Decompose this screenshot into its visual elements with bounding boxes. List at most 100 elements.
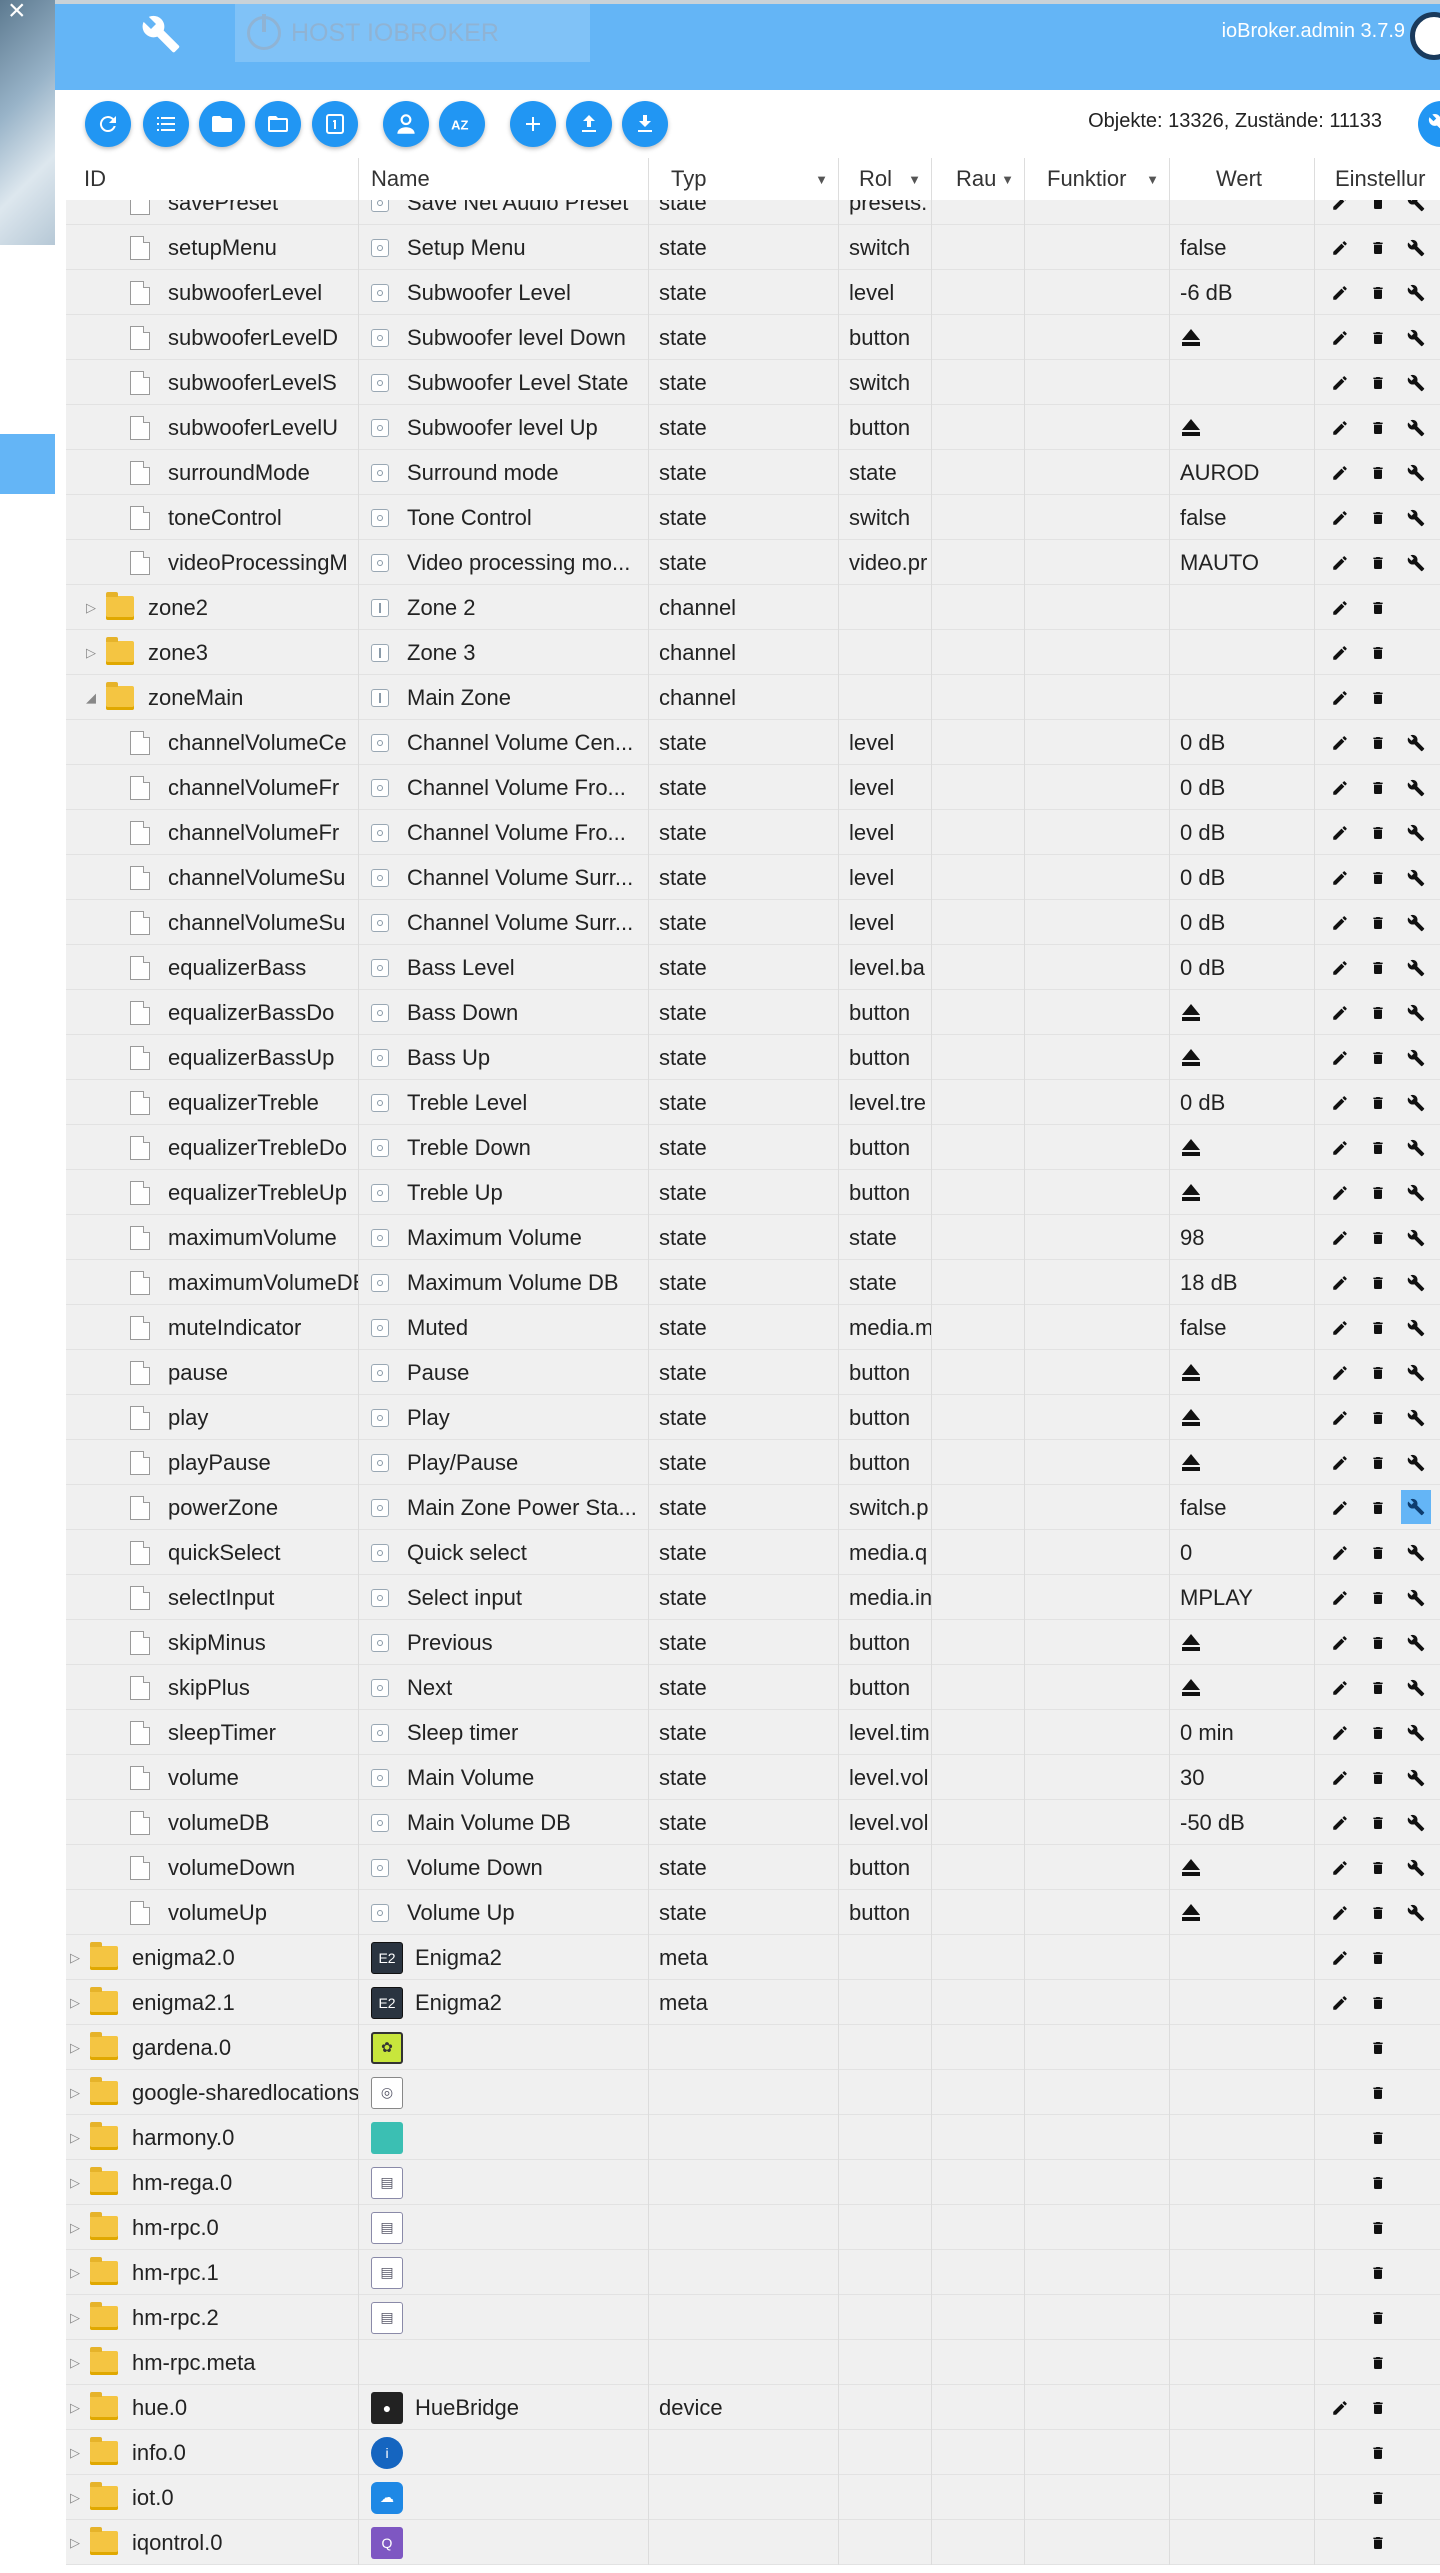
- table-row[interactable]: powerZone Main Zone Power Sta... state swit…: [66, 1485, 1440, 1530]
- edit-icon[interactable]: [1329, 462, 1351, 484]
- settings-wrench-icon[interactable]: [1405, 417, 1427, 439]
- eject-icon[interactable]: [1180, 1633, 1202, 1652]
- table-row[interactable]: selectInput Select input state media.in MPLA…: [66, 1575, 1440, 1620]
- delete-icon[interactable]: [1367, 1542, 1389, 1564]
- expand-triangle-icon[interactable]: ▷: [66, 2040, 84, 2056]
- settings-wrench-icon[interactable]: [1405, 1452, 1427, 1474]
- table-row[interactable]: setupMenu Setup Menu state switch false: [66, 225, 1440, 270]
- table-row[interactable]: subwooferLevelS Subwoofer Level State stat…: [66, 360, 1440, 405]
- collapse-triangle-icon[interactable]: ◢: [82, 690, 100, 706]
- settings-wrench-icon[interactable]: [1405, 507, 1427, 529]
- table-row[interactable]: toneControl Tone Control state switch false: [66, 495, 1440, 540]
- settings-button[interactable]: [1418, 101, 1440, 147]
- list-view-button[interactable]: [143, 101, 189, 147]
- expand-triangle-icon[interactable]: ▷: [66, 2400, 84, 2416]
- table-row[interactable]: skipPlus Next state button: [66, 1665, 1440, 1710]
- table-row[interactable]: playPause Play/Pause state button: [66, 1440, 1440, 1485]
- eject-icon[interactable]: [1180, 1858, 1202, 1877]
- eject-icon[interactable]: [1180, 1903, 1202, 1922]
- settings-wrench-icon[interactable]: [1405, 1002, 1427, 1024]
- expand-triangle-icon[interactable]: ▷: [66, 1950, 84, 1966]
- delete-icon[interactable]: [1367, 2217, 1389, 2239]
- edit-icon[interactable]: [1329, 327, 1351, 349]
- delete-icon[interactable]: [1367, 2172, 1389, 2194]
- table-row[interactable]: surroundMode Surround mode state state AUROD: [66, 450, 1440, 495]
- edit-icon[interactable]: [1329, 1857, 1351, 1879]
- settings-wrench-icon[interactable]: [1405, 1542, 1427, 1564]
- column-header-typ[interactable]: Typ ▼: [649, 158, 839, 200]
- table-row[interactable]: volumeDB Main Volume DB state level.vol -50 …: [66, 1800, 1440, 1845]
- eject-icon[interactable]: [1180, 1183, 1202, 1202]
- settings-wrench-icon[interactable]: [1405, 1902, 1427, 1924]
- table-row[interactable]: ▷ gardena.0 ✿: [66, 2025, 1440, 2070]
- edit-icon[interactable]: [1329, 507, 1351, 529]
- delete-icon[interactable]: [1367, 1632, 1389, 1654]
- edit-icon[interactable]: [1329, 732, 1351, 754]
- delete-icon[interactable]: [1367, 1992, 1389, 2014]
- edit-icon[interactable]: [1329, 912, 1351, 934]
- delete-icon[interactable]: [1367, 957, 1389, 979]
- eject-icon[interactable]: [1180, 328, 1202, 347]
- table-row[interactable]: volume Main Volume state level.vol 30: [66, 1755, 1440, 1800]
- settings-wrench-icon[interactable]: [1405, 1587, 1427, 1609]
- expand-triangle-icon[interactable]: ▷: [66, 2310, 84, 2326]
- settings-wrench-icon[interactable]: [1405, 237, 1427, 259]
- expand-triangle-icon[interactable]: ▷: [66, 2445, 84, 2461]
- delete-icon[interactable]: [1367, 2487, 1389, 2509]
- settings-wrench-icon[interactable]: [1405, 1677, 1427, 1699]
- delete-icon[interactable]: [1367, 2532, 1389, 2554]
- settings-wrench-icon[interactable]: [1405, 327, 1427, 349]
- delete-icon[interactable]: [1367, 822, 1389, 844]
- edit-icon[interactable]: [1329, 1317, 1351, 1339]
- close-icon[interactable]: ×: [8, 0, 26, 28]
- table-row[interactable]: volumeDown Volume Down state button: [66, 1845, 1440, 1890]
- table-row[interactable]: ▷ hm-rpc.meta: [66, 2340, 1440, 2385]
- cell-wert[interactable]: [1170, 990, 1315, 1035]
- edit-icon[interactable]: [1329, 1587, 1351, 1609]
- edit-icon[interactable]: [1329, 1272, 1351, 1294]
- delete-icon[interactable]: [1367, 1677, 1389, 1699]
- delete-icon[interactable]: [1367, 1272, 1389, 1294]
- edit-icon[interactable]: [1329, 2397, 1351, 2419]
- delete-icon[interactable]: [1367, 2307, 1389, 2329]
- expand-all-button[interactable]: [255, 101, 301, 147]
- table-row[interactable]: sleepTimer Sleep timer state level.tim 0 min: [66, 1710, 1440, 1755]
- delete-icon[interactable]: [1367, 1002, 1389, 1024]
- table-row[interactable]: ▷ info.0 i: [66, 2430, 1440, 2475]
- delete-icon[interactable]: [1367, 912, 1389, 934]
- delete-icon[interactable]: [1367, 2442, 1389, 2464]
- settings-wrench-icon[interactable]: [1405, 1317, 1427, 1339]
- cell-wert[interactable]: [1170, 315, 1315, 360]
- column-header-name[interactable]: Name: [359, 158, 649, 200]
- table-row[interactable]: equalizerBassUp Bass Up state button: [66, 1035, 1440, 1080]
- settings-wrench-icon[interactable]: [1405, 957, 1427, 979]
- eject-icon[interactable]: [1180, 1453, 1202, 1472]
- eject-icon[interactable]: [1180, 1678, 1202, 1697]
- delete-icon[interactable]: [1367, 282, 1389, 304]
- expand-triangle-icon[interactable]: ▷: [66, 2220, 84, 2236]
- table-row[interactable]: channelVolumeFr Channel Volume Fro... stat…: [66, 810, 1440, 855]
- expand-triangle-icon[interactable]: ▷: [66, 2490, 84, 2506]
- add-object-button[interactable]: [510, 101, 556, 147]
- delete-icon[interactable]: [1367, 1452, 1389, 1474]
- expand-triangle-icon[interactable]: ▷: [82, 600, 100, 616]
- delete-icon[interactable]: [1367, 1857, 1389, 1879]
- settings-wrench-icon[interactable]: [1405, 200, 1427, 214]
- settings-wrench-icon[interactable]: [1401, 1490, 1431, 1524]
- edit-icon[interactable]: [1329, 777, 1351, 799]
- expand-triangle-icon[interactable]: ▷: [66, 2085, 84, 2101]
- download-button[interactable]: [622, 101, 668, 147]
- table-row[interactable]: ▷ google-sharedlocations.0 ◎: [66, 2070, 1440, 2115]
- edit-icon[interactable]: [1329, 1542, 1351, 1564]
- settings-wrench-icon[interactable]: [1405, 1272, 1427, 1294]
- cell-wert[interactable]: [1170, 1125, 1315, 1170]
- expand-triangle-icon[interactable]: ▷: [66, 2175, 84, 2191]
- delete-icon[interactable]: [1367, 1497, 1389, 1519]
- delete-icon[interactable]: [1367, 1092, 1389, 1114]
- table-row[interactable]: maximumVolumeDB Maximum Volume DB state sta…: [66, 1260, 1440, 1305]
- cell-wert[interactable]: [1170, 1845, 1315, 1890]
- delete-icon[interactable]: [1367, 597, 1389, 619]
- edit-icon[interactable]: [1329, 1497, 1351, 1519]
- table-row[interactable]: ▷ hue.0 ● HueBridge device: [66, 2385, 1440, 2430]
- eject-icon[interactable]: [1180, 1363, 1202, 1382]
